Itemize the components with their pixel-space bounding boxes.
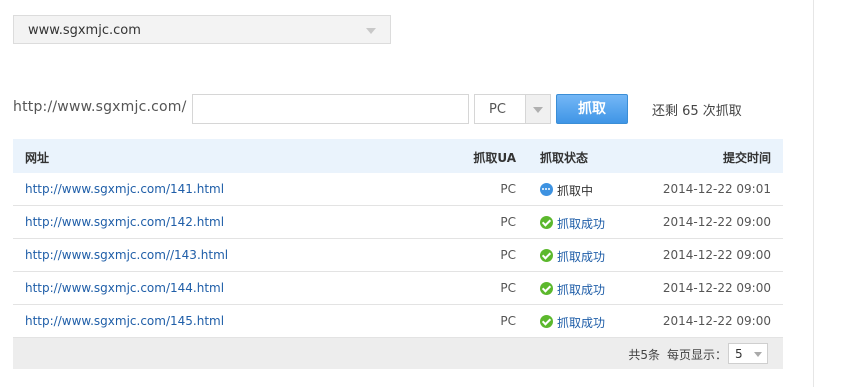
check-circle-icon (540, 216, 553, 229)
site-select-value: www.sgxmjc.com (28, 23, 141, 38)
remaining-count: 还剩 65 次抓取 (652, 104, 742, 119)
table-row: http://www.sgxmjc.com/141.html PC 抓取中 20… (13, 173, 783, 206)
table-row: http://www.sgxmjc.com/142.html PC 抓取成功 2… (13, 206, 783, 239)
check-circle-icon (540, 249, 553, 262)
table-header: 网址 抓取UA 抓取状态 提交时间 (13, 139, 783, 173)
per-page-select[interactable]: 5 (728, 343, 768, 364)
row-ua: PC (500, 281, 516, 295)
row-time: 2014-12-22 09:00 (662, 215, 771, 229)
per-page-value: 5 (735, 347, 743, 361)
row-url-link[interactable]: http://www.sgxmjc.com/142.html (25, 215, 224, 229)
ua-select[interactable]: PC (474, 94, 551, 124)
row-ua: PC (500, 182, 516, 196)
row-status-text: 抓取中 (557, 184, 594, 198)
row-ua: PC (500, 314, 516, 328)
fetch-button[interactable]: 抓取 (556, 94, 628, 124)
chevron-down-icon (366, 28, 376, 34)
check-circle-icon (540, 282, 553, 295)
total-count: 共5条 (628, 348, 660, 362)
row-time: 2014-12-22 09:01 (662, 182, 771, 196)
row-url-link[interactable]: http://www.sgxmjc.com//143.html (25, 248, 228, 262)
per-page-label: 每页显示： (666, 348, 727, 362)
row-status-link[interactable]: 抓取成功 (557, 281, 605, 298)
row-url-link[interactable]: http://www.sgxmjc.com/141.html (25, 182, 224, 196)
loading-dots-icon (540, 183, 553, 196)
pagination-bar: 共5条 每页显示： 5 (13, 338, 783, 369)
check-circle-icon (540, 315, 553, 328)
row-ua: PC (500, 215, 516, 229)
row-time: 2014-12-22 09:00 (662, 281, 771, 295)
chevron-down-icon (533, 107, 543, 113)
ua-select-value: PC (489, 102, 506, 117)
fetch-history-table: 网址 抓取UA 抓取状态 提交时间 http://www.sgxmjc.com/… (13, 139, 783, 369)
table-row: http://www.sgxmjc.com/144.html PC 抓取成功 2… (13, 272, 783, 305)
header-url: 网址 (25, 151, 50, 165)
table-row: http://www.sgxmjc.com//143.html PC 抓取成功 … (13, 239, 783, 272)
header-status: 抓取状态 (540, 151, 589, 165)
row-ua: PC (500, 248, 516, 262)
row-time: 2014-12-22 09:00 (662, 314, 771, 328)
row-status-link[interactable]: 抓取成功 (557, 248, 605, 265)
row-status-link[interactable]: 抓取成功 (557, 314, 605, 331)
row-time: 2014-12-22 09:00 (662, 248, 771, 262)
url-input[interactable] (192, 94, 469, 124)
row-status-link[interactable]: 抓取成功 (557, 215, 605, 232)
right-divider (813, 0, 814, 387)
row-url-link[interactable]: http://www.sgxmjc.com/145.html (25, 314, 224, 328)
site-select[interactable]: www.sgxmjc.com (13, 15, 391, 44)
ua-select-toggle[interactable] (525, 95, 550, 123)
header-ua: 抓取UA (473, 151, 516, 165)
header-time: 提交时间 (722, 151, 771, 165)
row-url-link[interactable]: http://www.sgxmjc.com/144.html (25, 281, 224, 295)
table-row: http://www.sgxmjc.com/145.html PC 抓取成功 2… (13, 305, 783, 338)
url-prefix: http://www.sgxmjc.com/ (13, 99, 187, 115)
chevron-down-icon (754, 352, 762, 357)
